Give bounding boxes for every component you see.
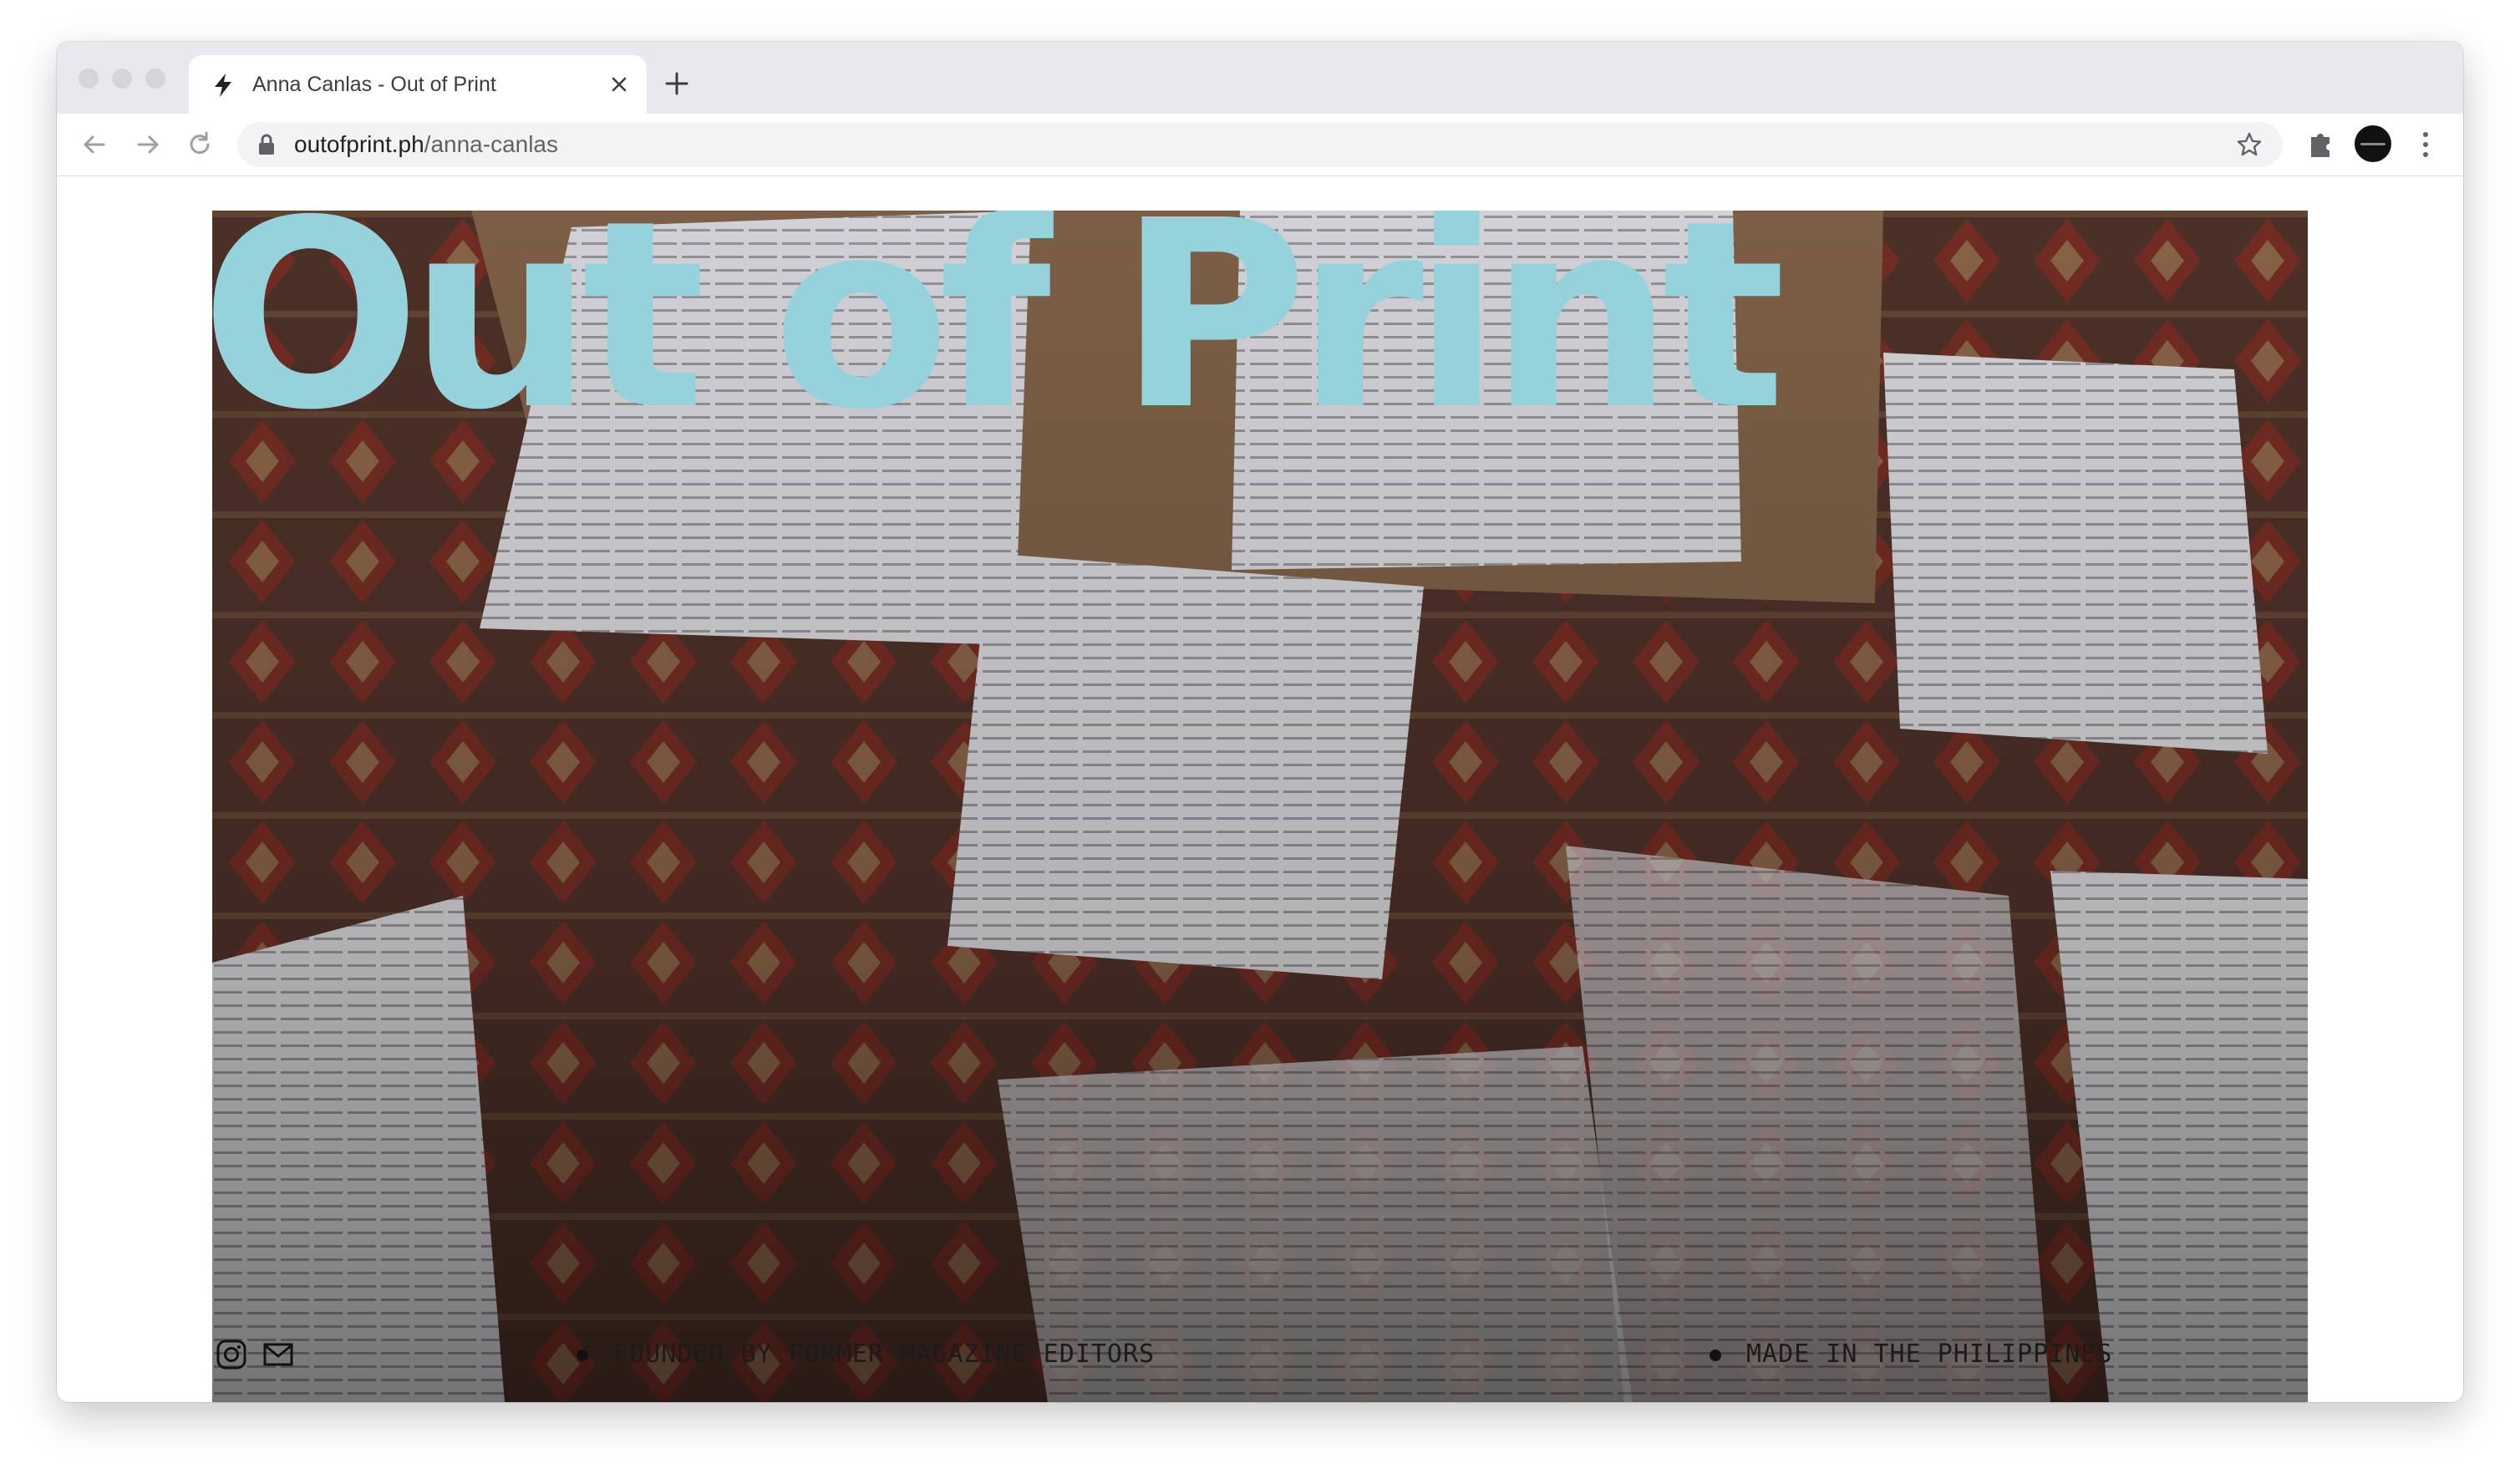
new-tab-icon[interactable] xyxy=(660,67,694,100)
tab-active[interactable]: Anna Canlas - Out of Print xyxy=(189,55,647,114)
lock-icon[interactable] xyxy=(257,134,276,155)
url-path: /anna-canlas xyxy=(424,131,559,157)
hero-footer: FOUNDED BY FORMER MAGAZINE EDITORS MADE … xyxy=(212,1330,2308,1380)
window-controls[interactable] xyxy=(79,69,165,89)
tab-strip: Anna Canlas - Out of Print xyxy=(57,42,2463,114)
minimize-window-button[interactable] xyxy=(112,69,132,89)
page-content: Out of Print FOUNDED BY FORMER MAGAZINE … xyxy=(57,176,2463,1402)
back-icon[interactable] xyxy=(79,129,110,160)
tagline-founded-text: FOUNDED BY FORMER MAGAZINE EDITORS xyxy=(613,1339,1156,1369)
close-window-button[interactable] xyxy=(79,69,99,89)
profile-avatar[interactable] xyxy=(2355,125,2391,162)
instagram-icon[interactable] xyxy=(216,1339,247,1370)
extensions-puzzle-icon[interactable] xyxy=(2306,127,2336,160)
bookmark-star-icon[interactable] xyxy=(2236,131,2263,158)
social-links xyxy=(216,1339,294,1370)
hero-image: Out of Print FOUNDED BY FORMER MAGAZINE … xyxy=(212,211,2308,1402)
url-domain: outofprint.ph xyxy=(294,131,424,157)
more-menu-icon[interactable] xyxy=(2421,130,2430,159)
close-tab-icon[interactable] xyxy=(603,69,635,100)
reload-icon[interactable] xyxy=(184,129,216,160)
site-title[interactable]: Out of Print xyxy=(212,211,1786,446)
bullet-dot xyxy=(1710,1349,1721,1361)
tagline-founded: FOUNDED BY FORMER MAGAZINE EDITORS xyxy=(577,1339,1155,1370)
tagline-made-in: MADE IN THE PHILIPPINES xyxy=(1710,1339,2112,1370)
forward-icon[interactable] xyxy=(132,129,164,160)
tagline-made-in-text: MADE IN THE PHILIPPINES xyxy=(1746,1339,2113,1369)
tab-title: Anna Canlas - Out of Print xyxy=(252,73,496,96)
bolt-icon xyxy=(215,74,231,97)
browser-toolbar: outofprint.ph/anna-canlas xyxy=(57,114,2463,176)
url-text[interactable]: outofprint.ph/anna-canlas xyxy=(294,122,558,167)
bullet-dot xyxy=(577,1349,588,1361)
mail-icon[interactable] xyxy=(262,1339,294,1370)
browser-window: Anna Canlas - Out of Print outofprint.ph… xyxy=(57,42,2463,1402)
maximize-window-button[interactable] xyxy=(145,69,165,89)
address-bar[interactable]: outofprint.ph/anna-canlas xyxy=(237,122,2283,167)
